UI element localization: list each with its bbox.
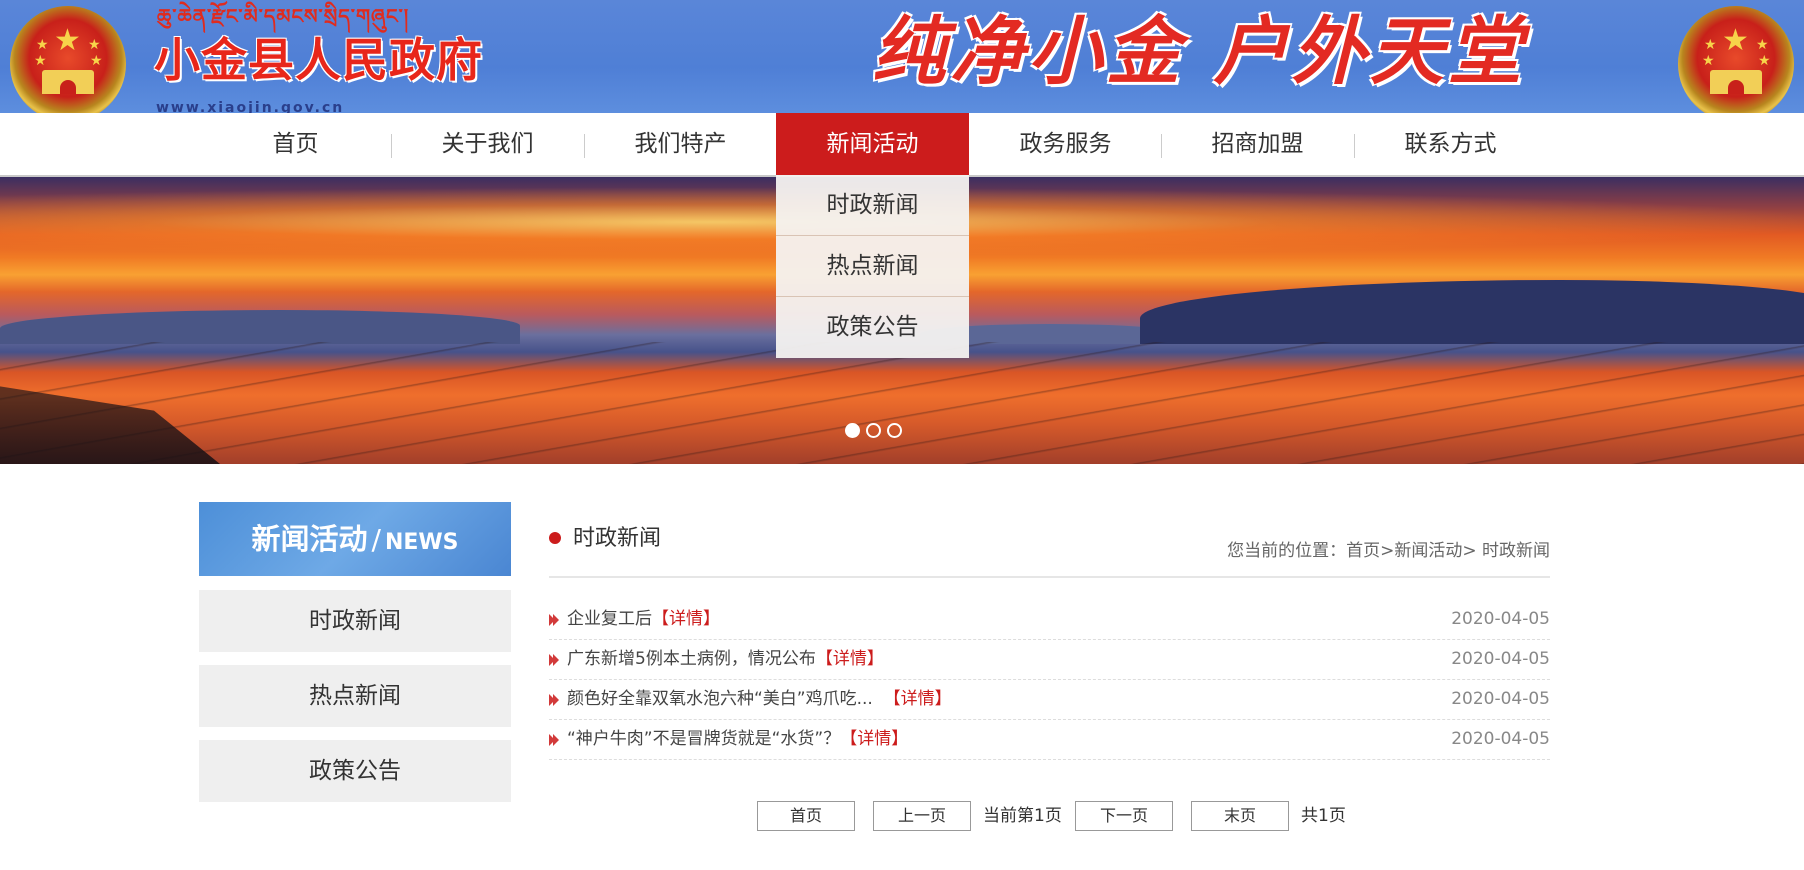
news-title-link[interactable]: “神户牛肉”不是冒牌货就是“水货”？ — [567, 729, 840, 749]
sidebar-item-hot-news[interactable]: 热点新闻 — [199, 665, 511, 727]
section-title: 时政新闻 — [573, 526, 662, 551]
tibetan-site-name: ཆུ་ཆེན་རྫོང་མི་དམངས་སྲིད་གཞུང་། — [157, 4, 410, 28]
site-name-logo[interactable]: 小金县人民政府 — [154, 32, 483, 88]
site-url: www.xiaojin.gov.cn — [156, 100, 345, 113]
news-row: 颜色好全靠双氧水泡六种“美白”鸡爪吃... 【详情】 2020-04-05 — [549, 680, 1550, 720]
sidebar-item-policy-notice[interactable]: 政策公告 — [199, 740, 511, 802]
carousel-dot-3[interactable] — [887, 423, 902, 438]
double-arrow-icon — [549, 654, 559, 666]
main-nav: 首页 关于我们 我们特产 新闻活动 政务服务 招商加盟 联系方式 — [0, 113, 1804, 177]
nav-item-home[interactable]: 首页 — [199, 113, 392, 175]
dropdown-item-policy-notice[interactable]: 政策公告 — [776, 297, 969, 358]
title-bullet-icon — [549, 532, 561, 544]
double-arrow-icon — [549, 694, 559, 706]
sidebar-heading-cn: 新闻活动 — [251, 522, 368, 556]
dropdown-item-hot-news[interactable]: 热点新闻 — [776, 236, 969, 297]
nav-item-contact[interactable]: 联系方式 — [1354, 113, 1547, 175]
sidebar-heading-en: NEWS — [384, 530, 459, 555]
nav-item-news[interactable]: 新闻活动 — [776, 113, 969, 175]
news-dropdown-menu: 时政新闻 热点新闻 政策公告 — [776, 175, 969, 358]
title-divider — [549, 576, 1550, 578]
news-detail-link[interactable]: 【详情】 — [840, 729, 908, 749]
prev-page-button[interactable]: 上一页 — [873, 801, 971, 831]
first-page-button[interactable]: 首页 — [757, 801, 855, 831]
news-title-link[interactable]: 广东新增5例本土病例，情况公布 — [567, 649, 816, 669]
news-date: 2020-04-05 — [1451, 649, 1550, 669]
news-date: 2020-04-05 — [1451, 729, 1550, 749]
sidebar-heading: 新闻活动 / NEWS — [199, 502, 511, 576]
national-emblem-icon: ★ ★ ★ ★ ★ — [10, 6, 126, 113]
sidebar-item-political-news[interactable]: 时政新闻 — [199, 590, 511, 652]
double-arrow-icon — [549, 734, 559, 746]
current-page-label: 当前第1页 — [983, 806, 1062, 826]
next-page-button[interactable]: 下一页 — [1075, 801, 1173, 831]
news-date: 2020-04-05 — [1451, 689, 1550, 709]
news-row: “神户牛肉”不是冒牌货就是“水货”？【详情】 2020-04-05 — [549, 720, 1550, 760]
last-page-button[interactable]: 末页 — [1191, 801, 1289, 831]
nav-item-specialties[interactable]: 我们特产 — [584, 113, 777, 175]
news-row: 广东新增5例本土病例，情况公布【详情】 2020-04-05 — [549, 640, 1550, 680]
news-date: 2020-04-05 — [1451, 609, 1550, 629]
news-detail-link[interactable]: 【详情】 — [884, 689, 952, 709]
slogan: 纯净小金 户外天堂 — [872, 9, 1526, 95]
dropdown-item-political-news[interactable]: 时政新闻 — [776, 175, 969, 236]
carousel-dot-1[interactable] — [845, 423, 860, 438]
double-arrow-icon — [549, 614, 559, 626]
news-detail-link[interactable]: 【详情】 — [652, 609, 720, 629]
news-row: 企业复工后【详情】 2020-04-05 — [549, 600, 1550, 640]
news-detail-link[interactable]: 【详情】 — [816, 649, 884, 669]
breadcrumb: 您当前的位置：首页>新闻活动> 时政新闻 — [1227, 541, 1550, 561]
sidebar-heading-slash: / — [371, 523, 381, 556]
news-title-link[interactable]: 企业复工后 — [567, 609, 652, 629]
nav-item-investment[interactable]: 招商加盟 — [1161, 113, 1354, 175]
nav-item-about[interactable]: 关于我们 — [391, 113, 584, 175]
news-title-link[interactable]: 颜色好全靠双氧水泡六种“美白”鸡爪吃... — [567, 689, 873, 709]
site-header: ★ ★ ★ ★ ★ ཆུ་ཆེན་རྫོང་མི་དམངས་སྲིད་གཞུང་… — [0, 0, 1804, 113]
carousel-dot-2[interactable] — [866, 423, 881, 438]
nav-item-services[interactable]: 政务服务 — [969, 113, 1162, 175]
total-pages-label: 共1页 — [1301, 806, 1346, 826]
national-emblem-icon: ★ ★ ★ ★ ★ — [1678, 6, 1794, 113]
